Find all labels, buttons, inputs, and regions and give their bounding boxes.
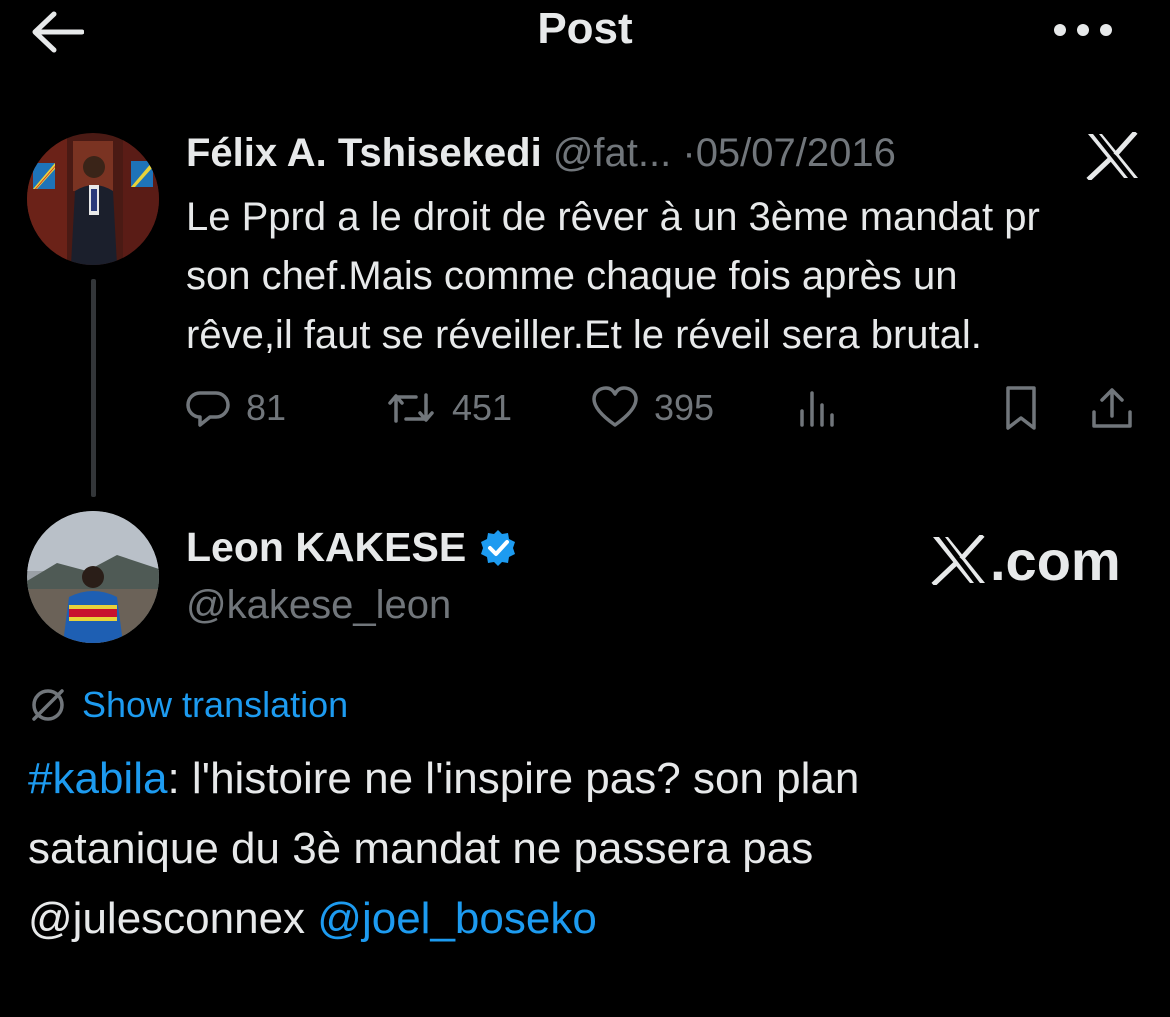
xcom-text: .com [990, 528, 1121, 592]
show-translation-label: Show translation [82, 684, 349, 725]
xcom-watermark: .com [930, 528, 1121, 592]
like-button[interactable]: 395 [590, 380, 714, 436]
reply-count: 81 [246, 387, 287, 428]
like-icon [592, 386, 638, 427]
bookmark-button[interactable] [998, 380, 1044, 436]
quoted-text-line: Le Pprd a le droit de rêver à un 3ème ma… [186, 195, 1040, 239]
reply-button[interactable]: 81 [186, 380, 286, 436]
more-icon [1054, 24, 1112, 36]
bookmark-icon [1006, 386, 1036, 430]
quoted-date[interactable]: 05/07/2016 [696, 131, 896, 175]
thread-line [91, 279, 96, 497]
post-page: Post Félix A. Tshisekedi @fat... ·05/07/… [0, 0, 1170, 1017]
action-bar: 81 451 395 [186, 380, 1146, 436]
verified-badge [478, 528, 518, 568]
verified-badge-icon [481, 529, 516, 566]
hashtag-link[interactable]: #kabila [28, 754, 167, 803]
main-text-line-2: satanique du 3è mandat ne passera pas [28, 824, 814, 873]
like-count: 395 [654, 387, 715, 428]
main-tweet-text: #kabila: l'histoire ne l'inspire pas? so… [28, 744, 1148, 954]
quoted-author-name[interactable]: Félix A. Tshisekedi [186, 131, 542, 175]
main-text-part: : l'histoire ne l'inspire pas? son plan [167, 754, 860, 803]
share-icon [1092, 388, 1132, 428]
main-text-line-3: @julesconnex @joel_boseko [28, 884, 1148, 954]
mention-julesconnex: @julesconnex [28, 894, 306, 943]
reply-icon [186, 391, 230, 427]
repost-icon [388, 393, 434, 423]
more-options-button[interactable] [1048, 8, 1118, 52]
repost-count: 451 [452, 387, 513, 428]
main-author-handle[interactable]: @kakese_leon [186, 583, 451, 628]
mention-joel-boseko[interactable]: @joel_boseko [317, 894, 597, 943]
quoted-tweet-header: Félix A. Tshisekedi @fat... ·05/07/2016 [186, 128, 896, 178]
separator-dot: · [682, 131, 696, 175]
quoted-author-handle[interactable]: @fat... [553, 131, 671, 175]
quoted-tweet-text: Le Pprd a le droit de rêver à un 3ème ma… [186, 188, 1146, 365]
main-author-name[interactable]: Leon KAKESE [186, 524, 466, 571]
quoted-text-line: rêve,il faut se réveiller.Et le réveil s… [186, 313, 982, 357]
x-logo-icon [931, 535, 985, 585]
page-title: Post [537, 4, 633, 53]
quoted-text-line: son chef.Mais comme chaque fois après un [186, 254, 958, 298]
show-translation-link[interactable]: Show translation [28, 684, 348, 726]
views-icon [800, 391, 834, 427]
translate-icon [32, 689, 64, 721]
avatar-leon[interactable] [27, 511, 159, 643]
x-logo-icon [1086, 132, 1138, 180]
avatar-felix[interactable] [27, 133, 159, 265]
main-author-row: Leon KAKESE [186, 524, 518, 571]
share-button[interactable] [1088, 380, 1136, 436]
main-text-line-1: #kabila: l'histoire ne l'inspire pas? so… [28, 744, 1148, 814]
repost-button[interactable]: 451 [384, 380, 512, 436]
views-button[interactable] [794, 380, 840, 436]
